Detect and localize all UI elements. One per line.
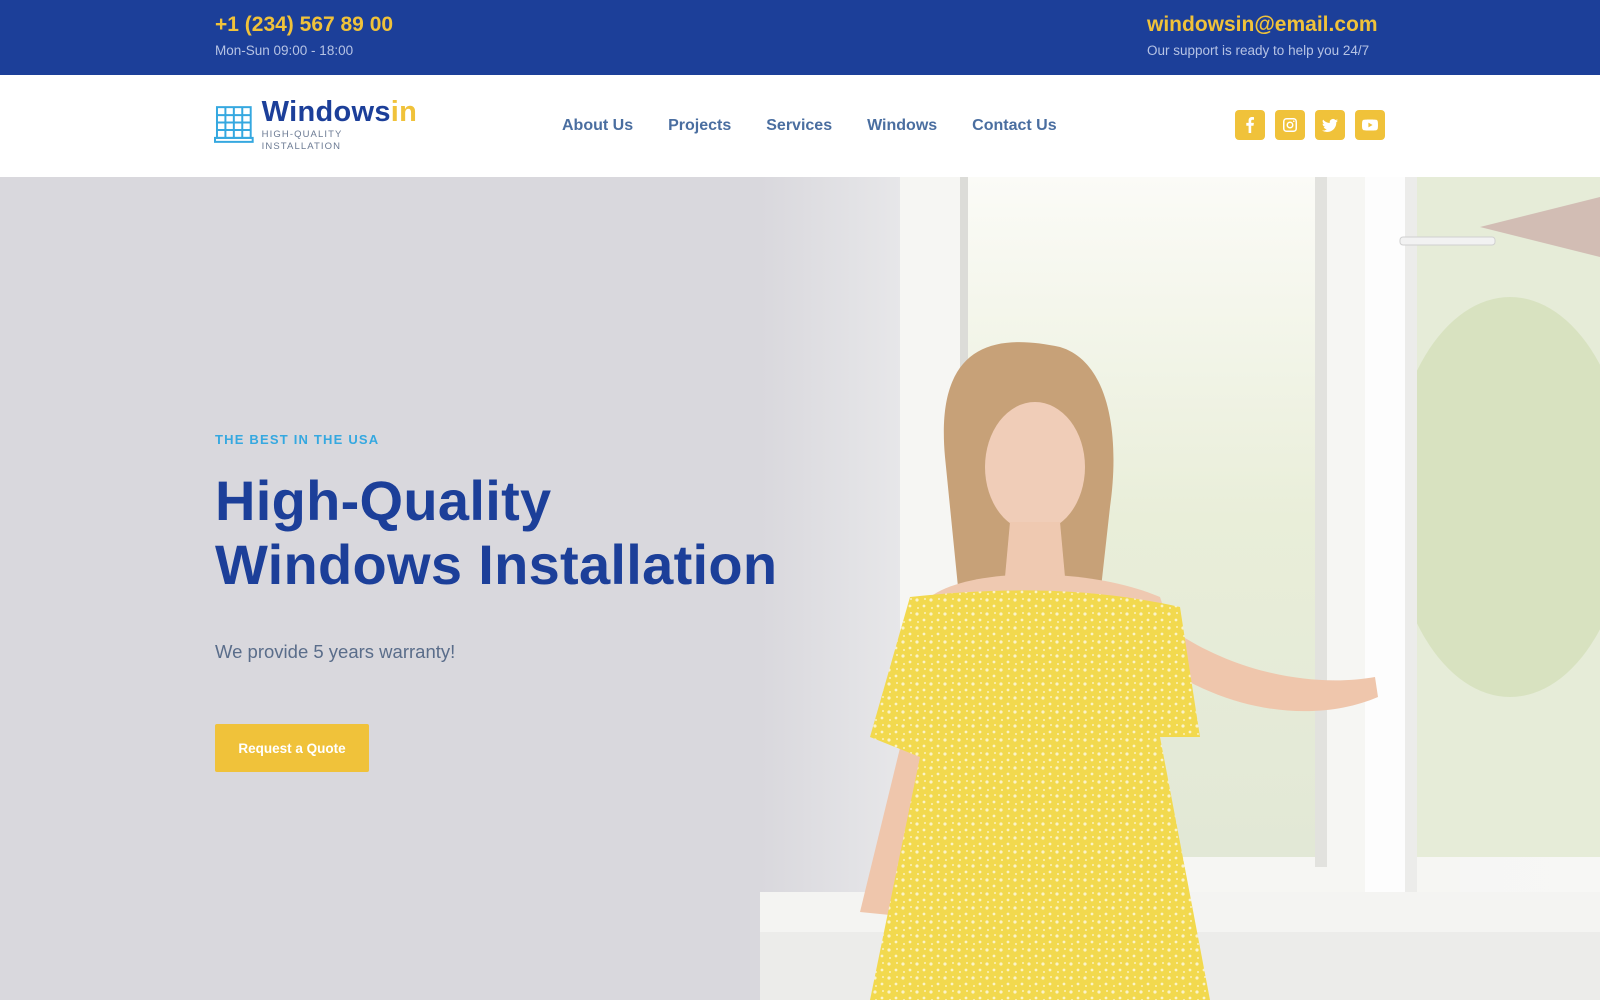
youtube-icon [1362,119,1378,131]
hero-eyebrow: THE BEST IN THE USA [215,432,380,447]
hero-section: THE BEST IN THE USA High-Quality Windows… [0,177,1600,1000]
logo-name: Windowsin [262,97,424,127]
main-nav: About Us Projects Services Windows Conta… [562,115,1057,137]
hero-headline: High-Quality Windows Installation [215,469,777,597]
hero-image [760,177,1600,1000]
nav-projects[interactable]: Projects [668,115,731,137]
social-links [1235,110,1385,140]
nav-contact-us[interactable]: Contact Us [972,115,1056,137]
request-quote-button[interactable]: Request a Quote [215,724,369,772]
instagram-icon [1283,118,1297,132]
top-contact-bar: +1 (234) 567 89 00 Mon-Sun 09:00 - 18:00… [0,0,1600,75]
email-block: windowsin@email.com Our support is ready… [1147,12,1378,60]
window-icon [214,106,254,143]
phone-link[interactable]: +1 (234) 567 89 00 [215,12,393,38]
facebook-icon [1246,117,1254,133]
instagram-button[interactable] [1275,110,1305,140]
logo-name-accent: in [390,96,418,128]
twitter-button[interactable] [1315,110,1345,140]
logo[interactable]: Windowsin HIGH-QUALITY INSTALLATION [214,97,424,152]
nav-services[interactable]: Services [766,115,832,137]
logo-tagline: HIGH-QUALITY INSTALLATION [261,129,343,152]
youtube-button[interactable] [1355,110,1385,140]
nav-about-us[interactable]: About Us [562,115,633,137]
facebook-button[interactable] [1235,110,1265,140]
logo-text: Windowsin HIGH-QUALITY INSTALLATION [262,97,424,153]
twitter-icon [1322,118,1338,132]
hero-subline: We provide 5 years warranty! [215,641,456,662]
hero-headline-line-2: Windows Installation [215,533,778,596]
opening-hours: Mon-Sun 09:00 - 18:00 [215,43,354,58]
support-text: Our support is ready to help you 24/7 [1147,43,1370,58]
site-header: Windowsin HIGH-QUALITY INSTALLATION Abou… [0,75,1600,177]
hero-headline-line-1: High-Quality [215,469,552,532]
logo-name-main: Windows [261,96,391,128]
phone-block: +1 (234) 567 89 00 Mon-Sun 09:00 - 18:00 [215,12,393,60]
email-link[interactable]: windowsin@email.com [1147,12,1378,38]
nav-windows[interactable]: Windows [867,115,937,137]
